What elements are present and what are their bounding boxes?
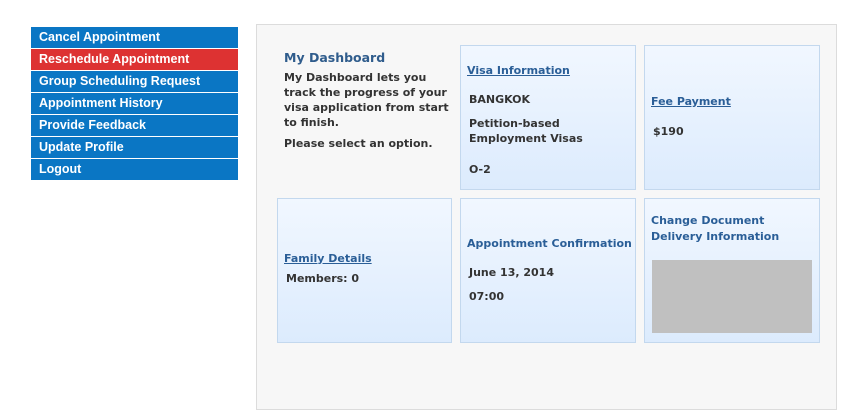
provide-feedback-link[interactable]: Provide Feedback <box>31 115 238 136</box>
dashboard-intro: My Dashboard My Dashboard lets you track… <box>284 50 449 150</box>
fee-payment-tile: Fee Payment $190 <box>644 45 820 190</box>
group-scheduling-request-link[interactable]: Group Scheduling Request <box>31 71 238 92</box>
family-members: Members: 0 <box>286 272 360 285</box>
sidebar-nav: Cancel Appointment Reschedule Appointmen… <box>31 27 238 181</box>
visa-information-link[interactable]: Visa Information <box>467 64 570 77</box>
visa-information-tile: Visa Information BANGKOK Petition-based … <box>460 45 636 190</box>
dashboard-description: My Dashboard lets you track the progress… <box>284 71 449 129</box>
visa-category: Petition-based Employment Visas <box>469 117 583 145</box>
appointment-confirmation-tile: Appointment Confirmation June 13, 2014 0… <box>460 198 636 343</box>
cancel-appointment-link[interactable]: Cancel Appointment <box>31 27 238 48</box>
reschedule-appointment-link[interactable]: Reschedule Appointment <box>31 49 238 70</box>
visa-location: BANGKOK <box>469 93 531 106</box>
fee-payment-link[interactable]: Fee Payment <box>651 95 731 108</box>
page-title: My Dashboard <box>284 50 386 65</box>
appointment-time: 07:00 <box>469 290 505 303</box>
fee-amount: $190 <box>653 125 684 138</box>
appointment-date: June 13, 2014 <box>469 266 554 279</box>
select-option-prompt: Please select an option. <box>284 137 433 150</box>
visa-class: O-2 <box>469 163 491 176</box>
document-delivery-tile[interactable]: Change Document Delivery Information <box>644 198 820 343</box>
appointment-history-link[interactable]: Appointment History <box>31 93 238 114</box>
appointment-confirmation-heading: Appointment Confirmation <box>467 237 632 250</box>
family-details-link[interactable]: Family Details <box>284 252 372 265</box>
document-delivery-heading: Change Document Delivery Information <box>651 214 780 243</box>
logout-link[interactable]: Logout <box>31 159 238 180</box>
family-details-tile: Family Details Members: 0 <box>277 198 452 343</box>
update-profile-link[interactable]: Update Profile <box>31 137 238 158</box>
delivery-image-placeholder <box>652 260 812 333</box>
